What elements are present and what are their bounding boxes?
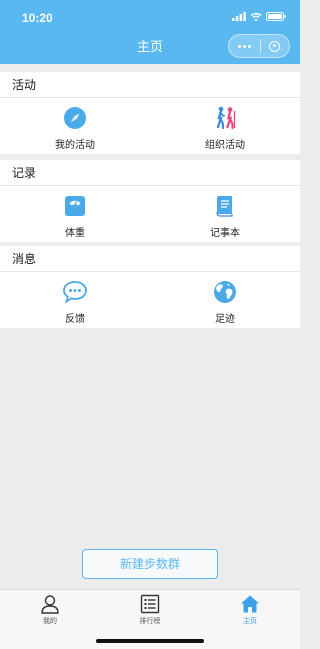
organize-activity-button[interactable]: 组织活动 [150,98,300,154]
status-bar: 10:20 [0,0,300,32]
status-icons [232,12,286,21]
section-messages: 消息 反馈 足迹 [0,246,300,328]
compass-icon [62,105,88,131]
tab-mine[interactable]: 我的 [0,590,100,649]
nav-header: 10:20 主页 [0,0,300,64]
close-icon[interactable] [269,40,280,52]
person-icon [41,595,59,614]
notebook-icon [212,193,238,219]
chat-bubble-icon [62,279,88,305]
notebook-button[interactable]: 记事本 [150,186,300,242]
tab-label: 我的 [43,618,57,625]
list-icon [140,594,160,614]
hikers-icon [212,105,238,131]
status-time: 10:20 [22,11,53,25]
section-records: 记录 体重 记事本 [0,160,300,242]
item-label: 组织活动 [205,140,245,151]
miniprogram-capsule [228,34,290,58]
create-step-group-button[interactable]: 新建步数群 [82,549,218,579]
home-indicator [96,639,204,643]
home-icon [241,595,259,613]
section-title: 活动 [0,72,300,98]
more-icon[interactable] [238,44,251,48]
item-label: 记事本 [210,228,240,239]
battery-icon [266,12,286,21]
wifi-icon [250,12,262,21]
item-label: 反馈 [65,314,85,325]
footprint-button[interactable]: 足迹 [150,272,300,328]
item-label: 体重 [65,228,85,239]
my-activities-button[interactable]: 我的活动 [0,98,150,154]
weight-button[interactable]: 体重 [0,186,150,242]
tab-label: 主页 [243,618,257,625]
item-label: 我的活动 [55,140,95,151]
item-label: 足迹 [215,314,235,325]
tab-home[interactable]: 主页 [200,590,300,649]
feedback-button[interactable]: 反馈 [0,272,150,328]
capsule-divider [259,39,261,53]
section-title: 记录 [0,160,300,186]
tab-label: 排行榜 [139,618,161,625]
scale-icon [62,193,88,219]
section-title: 消息 [0,246,300,272]
signal-icon [232,12,246,21]
globe-icon [212,279,238,305]
section-activities: 活动 我的活动 组织活动 [0,72,300,154]
